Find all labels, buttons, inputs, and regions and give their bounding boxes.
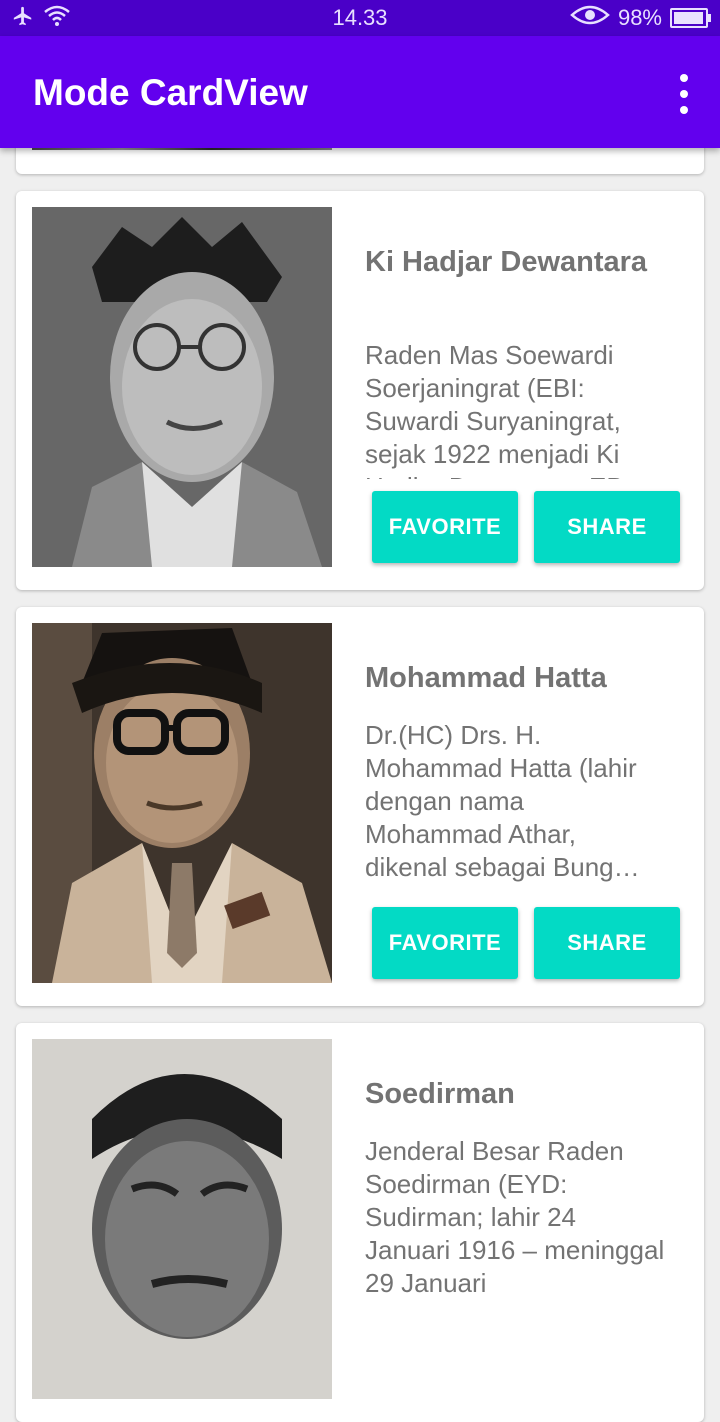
favorite-button[interactable]: FAVORITE [372, 907, 518, 979]
hero-description: Dr.(HC) Drs. H. Mohammad Hatta (lahir de… [365, 720, 640, 882]
hero-description: Raden Mas Soewardi Soerjaningrat (EBI: S… [365, 340, 624, 479]
battery-percent: 98% [617, 5, 662, 30]
more-vert-icon[interactable] [676, 74, 692, 114]
hero-name: Ki Hadjar Dewantara [365, 246, 648, 278]
app-title: Mode CardView [33, 72, 308, 113]
hero-photo [32, 1039, 332, 1399]
hero-card[interactable]: Ki Hadjar Dewantara Raden Mas Soewardi S… [16, 191, 704, 590]
hero-card[interactable]: Soedirman Jenderal Besar Raden Soedirman… [16, 1023, 704, 1422]
hero-name: Soedirman [365, 1078, 515, 1110]
app-bar: Mode CardView [0, 36, 720, 148]
favorite-button[interactable]: FAVORITE [372, 491, 518, 563]
share-button[interactable]: SHARE [534, 491, 680, 563]
hero-description: Jenderal Besar Raden Soedirman (EYD: Sud… [365, 1136, 665, 1298]
card-list[interactable]: Ki Hadjar Dewantara Raden Mas Soewardi S… [0, 0, 720, 1422]
battery-icon [670, 8, 711, 28]
hero-card[interactable]: Mohammad Hatta Dr.(HC) Drs. H. Mohammad … [16, 607, 704, 1006]
share-button[interactable]: SHARE [534, 907, 680, 979]
hero-photo [32, 623, 332, 983]
hero-name: Mohammad Hatta [365, 662, 607, 694]
hero-photo [32, 207, 332, 567]
status-bar: 14.33 98% [0, 0, 720, 36]
eye-comfort-icon [570, 5, 610, 31]
